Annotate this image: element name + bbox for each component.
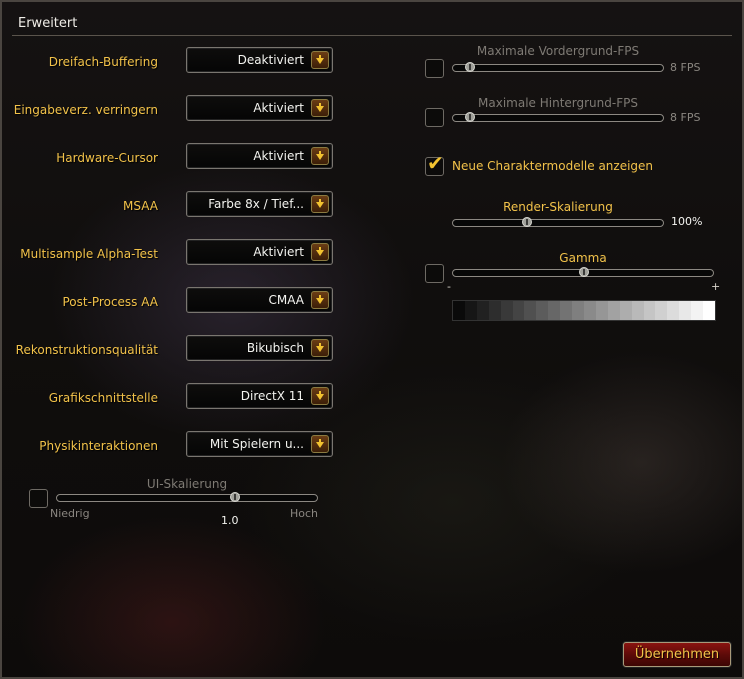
ui-scale-slider-thumb[interactable] (230, 489, 240, 505)
gamma-swatch (560, 301, 573, 320)
option-label: Eingabeverz. verringern (13, 103, 158, 117)
gamma-swatch (548, 301, 561, 320)
option-dropdown-value: Deaktiviert (237, 53, 304, 67)
option-dropdown-value: Aktiviert (253, 101, 304, 115)
bg-fps-slider-thumb[interactable] (465, 109, 475, 125)
ui-scale-max-label: Hoch (290, 507, 319, 520)
dropdown-arrow-icon[interactable] (311, 339, 329, 357)
fg-fps-value: 8 FPS (670, 61, 701, 74)
option-label: Dreifach-Buffering (48, 55, 158, 69)
option-dropdown-value: CMAA (268, 293, 304, 307)
dropdown-arrow-icon[interactable] (311, 435, 329, 453)
gamma-swatch (536, 301, 549, 320)
option-label: Physikinteraktionen (39, 439, 158, 453)
fg-fps-label: Maximale Vordergrund-FPS (476, 44, 640, 58)
gamma-slider-thumb[interactable] (579, 264, 589, 280)
gamma-checkbox[interactable] (425, 264, 444, 283)
char-models-checkbox[interactable]: ✔ (425, 153, 444, 176)
option-dropdown-value: DirectX 11 (240, 389, 304, 403)
panel-title: Erweitert (18, 16, 78, 31)
fg-fps-slider-thumb[interactable] (465, 59, 475, 75)
dropdown-arrow-icon[interactable] (311, 99, 329, 117)
gamma-swatch (703, 301, 715, 320)
option-dropdown[interactable]: DirectX 11 (186, 383, 333, 409)
gamma-swatch (524, 301, 537, 320)
gamma-swatch (619, 301, 632, 320)
option-dropdown-value: Bikubisch (246, 341, 304, 355)
gamma-swatch (476, 301, 489, 320)
gamma-swatch (631, 301, 644, 320)
option-dropdown-value: Farbe 8x / Tief... (208, 197, 304, 211)
gamma-swatch (607, 301, 620, 320)
dropdown-arrow-icon[interactable] (311, 291, 329, 309)
dropdown-arrow-icon[interactable] (311, 387, 329, 405)
render-scale-label: Render-Skalierung (503, 200, 613, 214)
fg-fps-slider[interactable] (452, 62, 664, 72)
option-dropdown[interactable]: Aktiviert (186, 239, 333, 265)
dropdown-arrow-icon[interactable] (311, 147, 329, 165)
option-dropdown[interactable]: Farbe 8x / Tief... (186, 191, 333, 217)
ui-scale-checkbox[interactable] (29, 489, 48, 508)
bg-fps-slider[interactable] (452, 112, 664, 122)
gamma-swatch (643, 301, 656, 320)
bg-fps-checkbox[interactable] (425, 108, 444, 127)
render-scale-slider[interactable] (452, 217, 664, 227)
option-dropdown-value: Aktiviert (253, 245, 304, 259)
gamma-swatch (488, 301, 501, 320)
option-dropdown[interactable]: Deaktiviert (186, 47, 333, 73)
option-dropdown[interactable]: Aktiviert (186, 95, 333, 121)
option-dropdown-value: Mit Spielern u... (209, 437, 304, 451)
dropdown-arrow-icon[interactable] (311, 195, 329, 213)
gamma-plus-label: + (711, 280, 721, 293)
dropdown-arrow-icon[interactable] (311, 243, 329, 261)
option-label: Multisample Alpha-Test (20, 247, 158, 261)
option-label: MSAA (123, 199, 158, 213)
gamma-swatch (572, 301, 584, 320)
gamma-swatch (691, 301, 704, 320)
ui-scale-min-label: Niedrig (50, 507, 90, 520)
gamma-gradient-preview (452, 300, 716, 321)
render-scale-slider-thumb[interactable] (522, 214, 532, 230)
gamma-minus-label: - (447, 280, 451, 293)
option-label: Hardware-Cursor (56, 151, 158, 165)
gamma-swatch (655, 301, 668, 320)
gamma-swatch (500, 301, 513, 320)
gamma-swatch (512, 301, 525, 320)
gamma-label: Gamma (559, 251, 607, 265)
option-dropdown[interactable]: Bikubisch (186, 335, 333, 361)
gamma-swatch (464, 301, 477, 320)
apply-button[interactable]: Übernehmen (623, 642, 731, 667)
ui-scale-slider[interactable] (56, 492, 318, 502)
ui-scale-label: UI-Skalierung (146, 477, 228, 491)
option-label: Post-Process AA (62, 295, 158, 309)
gamma-swatch (679, 301, 692, 320)
bg-fps-value: 8 FPS (670, 111, 701, 124)
option-dropdown-value: Aktiviert (253, 149, 304, 163)
panel-header: Erweitert (2, 2, 742, 36)
option-label: Rekonstruktionsqualität (15, 343, 158, 357)
fg-fps-checkbox[interactable] (425, 59, 444, 78)
gamma-swatch (667, 301, 680, 320)
option-label: Grafikschnittstelle (48, 391, 158, 405)
advanced-settings-panel: Erweitert UI-Skalierung Niedrig 1.0 Hoch… (0, 0, 744, 679)
char-models-label: Neue Charaktermodelle anzeigen (452, 159, 654, 173)
bg-fps-label: Maximale Hintergrund-FPS (478, 96, 638, 110)
checkmark-icon: ✔ (427, 151, 444, 175)
gamma-swatch (453, 301, 465, 320)
gamma-swatch (595, 301, 608, 320)
option-dropdown[interactable]: Aktiviert (186, 143, 333, 169)
gamma-slider[interactable] (452, 267, 714, 277)
header-divider (12, 35, 732, 36)
option-dropdown[interactable]: CMAA (186, 287, 333, 313)
gamma-swatch (583, 301, 596, 320)
render-scale-value: 100% (671, 215, 703, 228)
ui-scale-value: 1.0 (221, 514, 239, 527)
option-dropdown[interactable]: Mit Spielern u... (186, 431, 333, 457)
dropdown-arrow-icon[interactable] (311, 51, 329, 69)
